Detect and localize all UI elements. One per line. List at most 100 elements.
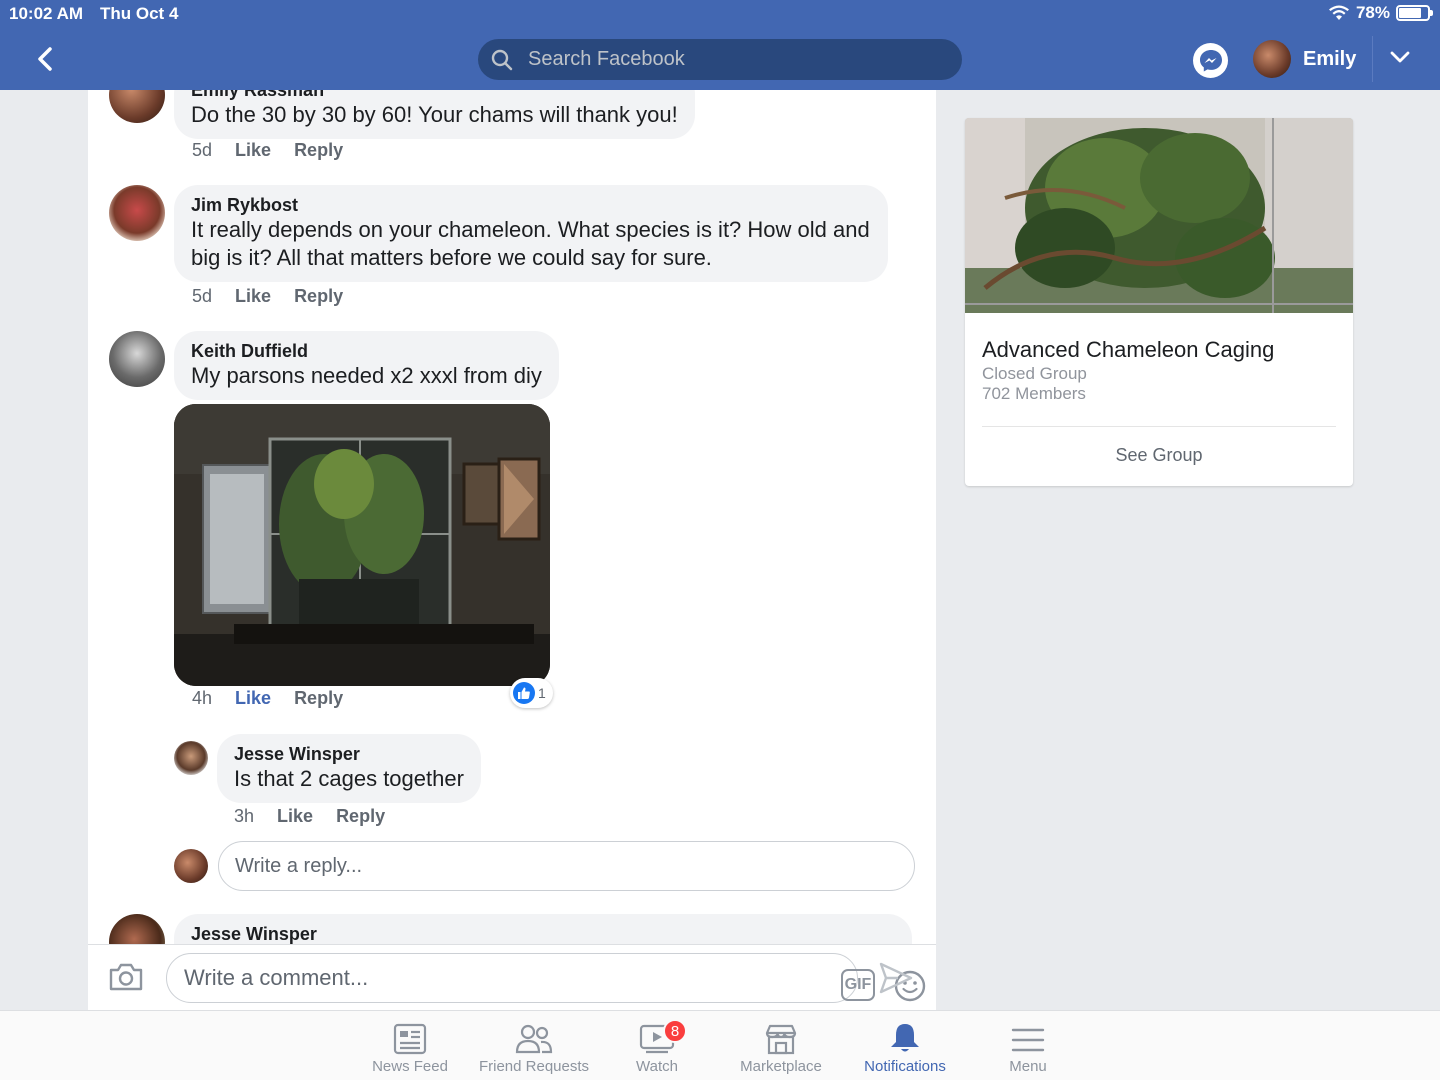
comment-author[interactable]: Jim Rykbost [191,194,870,216]
battery-icon [1396,5,1433,21]
like-button[interactable]: Like [235,688,271,709]
comment-input-placeholder: Write a comment... [184,965,369,990]
comment-author[interactable]: Emily Rassman [191,90,678,101]
messenger-button[interactable] [1193,43,1228,78]
tab-marketplace[interactable]: Marketplace [711,1017,851,1075]
like-button[interactable]: Like [235,286,271,307]
comment-text: Do the 30 by 30 by 60! Your chams will t… [191,102,678,127]
tab-label: Marketplace [740,1058,822,1075]
reaction-summary[interactable]: 1 [510,678,553,708]
send-icon [879,962,913,994]
group-member-count: 702 Members [982,384,1086,403]
comment-bubble: Emily Rassman Do the 30 by 30 by 60! You… [174,90,695,139]
comment-avatar[interactable] [109,331,165,387]
status-indicators: 78% [1328,3,1433,23]
comment-time[interactable]: 5d [192,286,212,307]
profile-name: Emily [1303,47,1357,70]
reply-button[interactable]: Reply [294,286,343,307]
comment-author[interactable]: Jesse Winsper [234,743,464,765]
comment-actions: 5d Like Reply [192,286,343,307]
header-divider [1372,36,1373,82]
tab-label: Notifications [864,1058,946,1075]
tab-label: Friend Requests [478,1058,590,1075]
comment-item: Emily Rassman Do the 30 by 30 by 60! You… [174,90,695,139]
notification-badge: 8 [663,1019,687,1043]
gif-button[interactable]: GIF [841,969,875,1001]
reply-button[interactable]: Reply [336,806,385,827]
reply-button[interactable]: Reply [294,140,343,161]
reply-button[interactable]: Reply [294,688,343,709]
top-bar: 10:02 AM Thu Oct 4 78% Search Facebook E… [0,0,1440,90]
marketplace-icon [765,1024,797,1055]
comment-text-line: It really depends on your chameleon. Wha… [191,217,870,242]
account-menu-button[interactable] [1390,50,1410,69]
group-privacy: Closed Group [982,364,1087,383]
comment-author[interactable]: Jesse Winsper [191,923,895,945]
comment-composer: Write a comment... GIF [88,944,936,1010]
avatar [1253,40,1291,78]
cage-photo-image [174,404,550,686]
comment-actions: 3h Like Reply [234,806,385,827]
comment-bubble: Jesse Winsper Is that 2 cages together [217,734,481,803]
bottom-tab-bar: News Feed Friend Requests 8 Watch Market… [0,1010,1440,1080]
tab-notifications[interactable]: Notifications [835,1017,975,1075]
comments-panel: Emily Rassman Do the 30 by 30 by 60! You… [88,90,936,1010]
send-button[interactable] [878,961,914,1000]
reply-input[interactable]: Write a reply... [218,841,915,891]
reply-input-placeholder: Write a reply... [235,854,363,877]
my-avatar [174,849,208,883]
comment-item: Keith Duffield My parsons needed x2 xxxl… [174,331,559,400]
tab-menu[interactable]: Menu [958,1017,1098,1075]
reaction-count: 1 [538,685,546,701]
group-cover-image [965,118,1353,313]
comment-bubble: Jim Rykbost It really depends on your ch… [174,185,888,282]
battery-level [1399,8,1421,18]
tab-friend-requests[interactable]: Friend Requests [464,1017,604,1075]
card-divider [982,426,1336,427]
chevron-left-icon [38,47,52,71]
group-title[interactable]: Advanced Chameleon Caging [982,337,1274,363]
comment-actions: 4h Like Reply [192,688,343,709]
status-date: Thu Oct 4 [100,4,179,23]
search-placeholder: Search Facebook [528,48,685,70]
comment-actions: 5d Like Reply [192,140,343,161]
wifi-icon [1328,5,1349,20]
reply-avatar[interactable] [174,741,208,775]
comment-time[interactable]: 4h [192,688,212,709]
bell-icon [891,1024,919,1052]
battery-percent: 78% [1355,3,1390,22]
reply-item: Jesse Winsper Is that 2 cages together [217,734,481,803]
tab-label: News Feed [372,1058,448,1075]
back-button[interactable] [30,44,60,74]
group-cover-photo[interactable] [965,118,1353,313]
comment-bubble: Keith Duffield My parsons needed x2 xxxl… [174,331,559,400]
group-meta: Closed Group 702 Members [982,364,1087,404]
thumbs-up-icon [513,682,535,704]
like-button[interactable]: Like [277,806,313,827]
comment-text-line: big is it? All that matters before we co… [191,245,712,270]
camera-icon [109,963,143,991]
tab-news-feed[interactable]: News Feed [340,1017,480,1075]
status-time: 10:02 AM [9,4,84,23]
gif-label: GIF [844,976,872,993]
comment-author[interactable]: Keith Duffield [191,340,542,362]
camera-button[interactable] [108,962,144,997]
friend-requests-icon [515,1024,553,1054]
menu-icon [1011,1028,1045,1052]
comment-avatar[interactable] [109,185,165,241]
tab-label: Menu [1009,1058,1047,1075]
group-card: Advanced Chameleon Caging Closed Group 7… [965,118,1353,486]
comment-time[interactable]: 3h [234,806,254,827]
profile-button[interactable]: Emily [1253,40,1356,78]
comment-input[interactable]: Write a comment... GIF [166,953,926,1003]
comment-text: Is that 2 cages together [234,766,464,791]
comment-avatar[interactable] [109,90,165,123]
search-bar[interactable]: Search Facebook [478,39,962,80]
see-group-button[interactable]: See Group [965,445,1353,466]
like-button[interactable]: Like [235,140,271,161]
chevron-down-icon [1390,51,1410,63]
comment-time[interactable]: 5d [192,140,212,161]
tab-label: Watch [636,1058,678,1075]
comment-photo[interactable] [174,404,550,686]
tab-watch[interactable]: 8 Watch [587,1017,727,1075]
